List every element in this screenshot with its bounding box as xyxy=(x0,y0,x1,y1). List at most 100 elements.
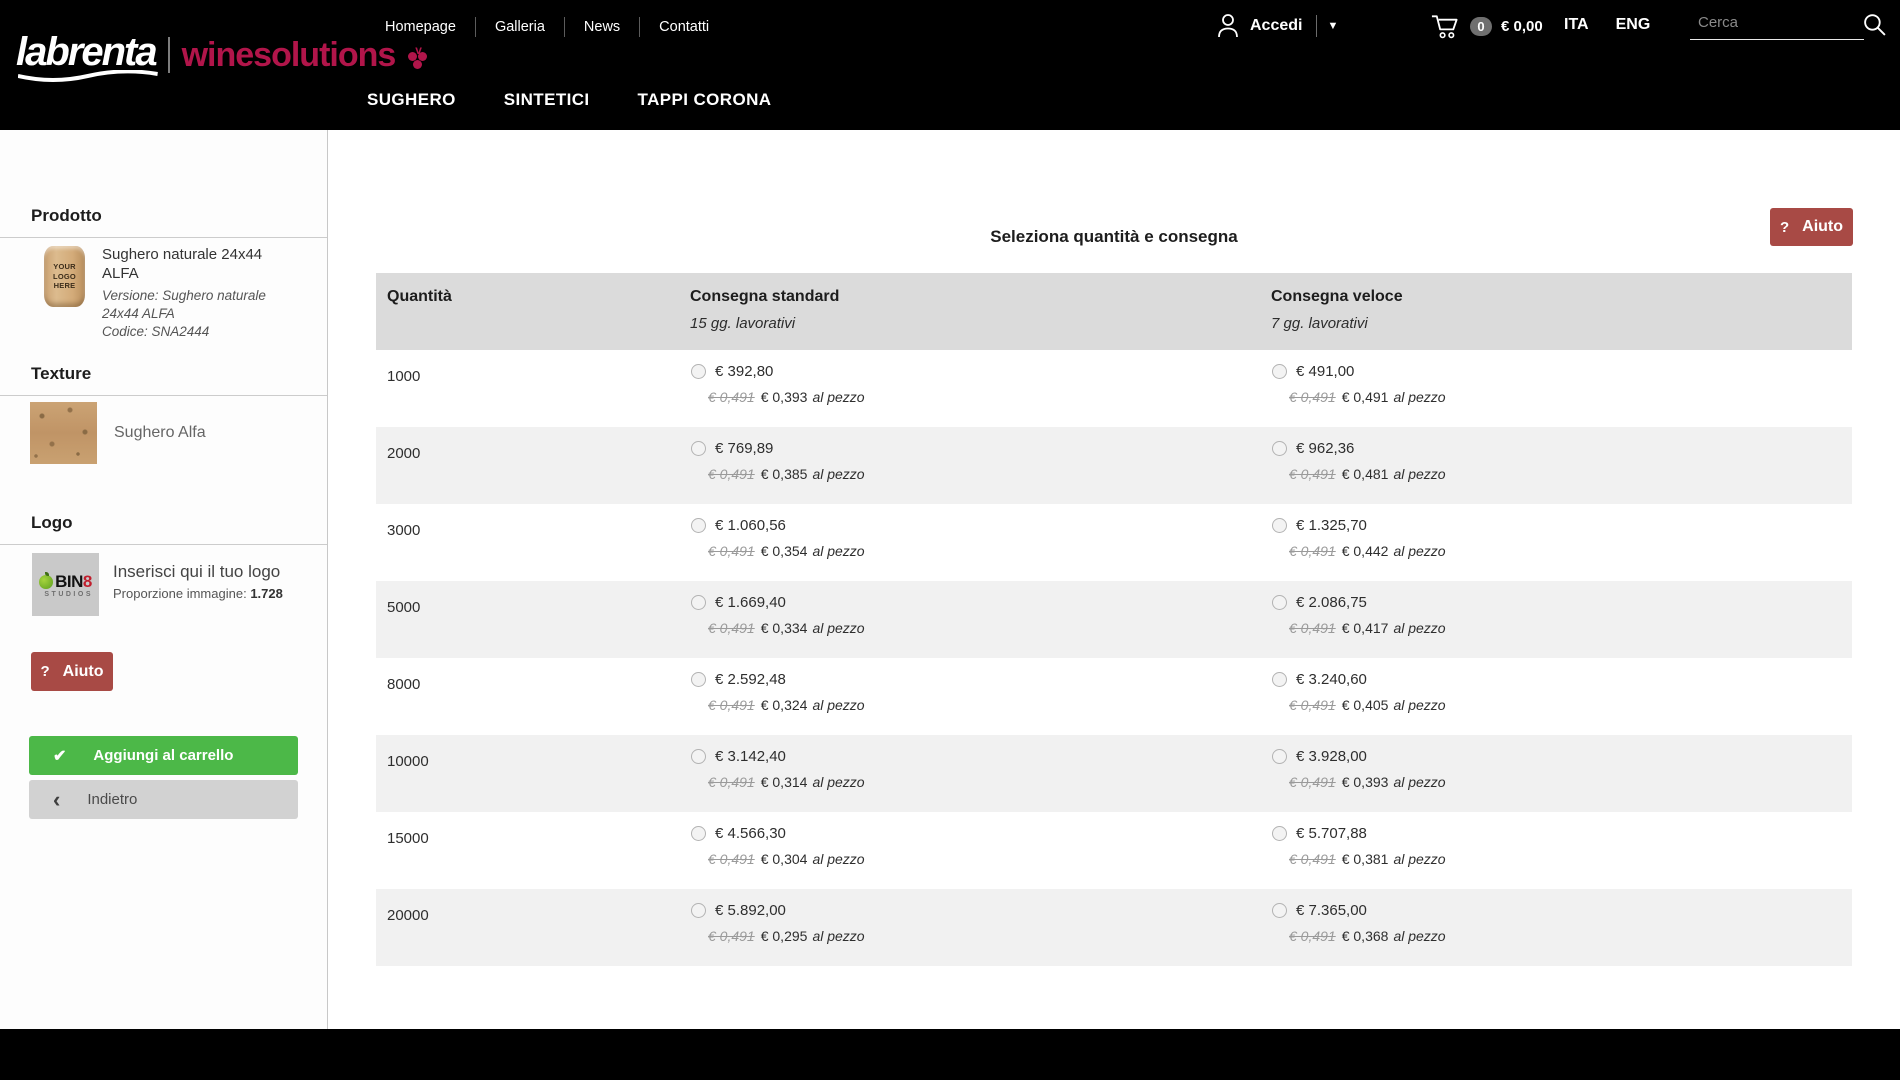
unit-price: € 0,442 xyxy=(1342,543,1389,559)
product-code: Codice: SNA2444 xyxy=(102,323,302,341)
per-piece-label: al pezzo xyxy=(812,543,864,559)
col-quantity-header: Quantità xyxy=(376,273,679,350)
unit-price: € 0,314 xyxy=(761,774,808,790)
old-unit-price: € 0,491 xyxy=(708,543,755,559)
old-unit-price: € 0,491 xyxy=(1289,697,1336,713)
unit-price-line: € 0,491€ 0,295al pezzo xyxy=(708,928,1260,944)
quantity-value: 15000 xyxy=(376,812,679,889)
total-price: € 1.060,56 xyxy=(715,517,786,534)
old-unit-price: € 0,491 xyxy=(1289,851,1336,867)
fast-price-radio[interactable] xyxy=(1272,518,1287,533)
fast-price-radio[interactable] xyxy=(1272,595,1287,610)
sidebar-help-button[interactable]: ? Aiuto xyxy=(31,652,113,691)
standard-price-cell: € 1.669,40€ 0,491€ 0,334al pezzo xyxy=(679,581,1260,658)
search-icon[interactable] xyxy=(1862,12,1887,37)
texture-swatch-image xyxy=(30,402,97,464)
fast-price-cell: € 2.086,75€ 0,491€ 0,417al pezzo xyxy=(1260,581,1852,658)
lang-ita[interactable]: ITA xyxy=(1564,16,1589,34)
table-help-button[interactable]: ? Aiuto xyxy=(1770,208,1853,246)
logo-winesolutions-text: winesolutions xyxy=(182,38,396,72)
add-to-cart-label: Aggiungi al carrello xyxy=(93,747,233,764)
fast-price-cell: € 5.707,88€ 0,491€ 0,381al pezzo xyxy=(1260,812,1852,889)
unit-price-line: € 0,491€ 0,481al pezzo xyxy=(1289,466,1852,482)
fast-price-cell: € 962,36€ 0,491€ 0,481al pezzo xyxy=(1260,427,1852,504)
total-price: € 1.325,70 xyxy=(1296,517,1367,534)
unit-price-line: € 0,491€ 0,442al pezzo xyxy=(1289,543,1852,559)
old-unit-price: € 0,491 xyxy=(1289,543,1336,559)
table-row: 8000€ 2.592,48€ 0,491€ 0,324al pezzo€ 3.… xyxy=(376,658,1852,735)
nav-contatti[interactable]: Contatti xyxy=(639,17,728,37)
old-unit-price: € 0,491 xyxy=(1289,774,1336,790)
standard-price-radio[interactable] xyxy=(691,364,706,379)
logo-info: Inserisci qui il tuo logo Proporzione im… xyxy=(113,553,283,616)
bin8-logo: BIN8 xyxy=(39,572,92,592)
nav-sintetici[interactable]: SINTETICI xyxy=(504,90,590,110)
total-price: € 3.928,00 xyxy=(1296,748,1367,765)
login-label: Accedi xyxy=(1250,17,1302,35)
footer-bar xyxy=(0,1029,1900,1080)
site-logo[interactable]: labrenta winesolutions v xyxy=(16,32,431,78)
standard-price-radio[interactable] xyxy=(691,903,706,918)
lang-eng[interactable]: ENG xyxy=(1616,16,1651,34)
old-unit-price: € 0,491 xyxy=(708,389,755,405)
search-input[interactable] xyxy=(1690,10,1864,40)
unit-price: € 0,393 xyxy=(761,389,808,405)
nav-news[interactable]: News xyxy=(564,17,639,37)
texture-heading: Texture xyxy=(0,364,327,396)
fast-price-radio[interactable] xyxy=(1272,364,1287,379)
standard-price-radio[interactable] xyxy=(691,518,706,533)
standard-price-cell: € 2.592,48€ 0,491€ 0,324al pezzo xyxy=(679,658,1260,735)
texture-summary: Sughero Alfa xyxy=(30,402,206,464)
cart-widget[interactable]: 0 € 0,00 xyxy=(1430,12,1543,40)
fast-price-radio[interactable] xyxy=(1272,672,1287,687)
nav-homepage[interactable]: Homepage xyxy=(366,17,475,37)
logo-labrenta: labrenta xyxy=(16,32,156,78)
old-unit-price: € 0,491 xyxy=(708,620,755,636)
unit-price: € 0,481 xyxy=(1342,466,1389,482)
total-price: € 3.142,40 xyxy=(715,748,786,765)
account-menu[interactable]: Accedi ▼ xyxy=(1216,12,1338,39)
fast-price-radio[interactable] xyxy=(1272,441,1287,456)
standard-price-radio[interactable] xyxy=(691,749,706,764)
sidebar: Prodotto YOURLOGOHERE Sughero naturale 2… xyxy=(0,130,328,1029)
fast-price-radio[interactable] xyxy=(1272,749,1287,764)
standard-price-radio[interactable] xyxy=(691,826,706,841)
per-piece-label: al pezzo xyxy=(1393,697,1445,713)
quantity-value: 2000 xyxy=(376,427,679,504)
old-unit-price: € 0,491 xyxy=(708,466,755,482)
product-cork-image: YOURLOGOHERE xyxy=(44,246,85,307)
quantity-value: 1000 xyxy=(376,350,679,427)
fast-price-radio[interactable] xyxy=(1272,826,1287,841)
unit-price: € 0,491 xyxy=(1342,389,1389,405)
add-to-cart-button[interactable]: ✔ Aggiungi al carrello xyxy=(29,736,298,775)
nav-sughero[interactable]: SUGHERO xyxy=(367,90,456,110)
total-price: € 7.365,00 xyxy=(1296,902,1367,919)
back-label: Indietro xyxy=(87,791,137,808)
unit-price: € 0,324 xyxy=(761,697,808,713)
question-mark-icon: ? xyxy=(40,663,49,680)
fast-price-radio[interactable] xyxy=(1272,903,1287,918)
nav-tappi-corona[interactable]: TAPPI CORONA xyxy=(638,90,772,110)
unit-price-line: € 0,491€ 0,385al pezzo xyxy=(708,466,1260,482)
fast-price-cell: € 3.928,00€ 0,491€ 0,393al pezzo xyxy=(1260,735,1852,812)
standard-price-cell: € 3.142,40€ 0,491€ 0,314al pezzo xyxy=(679,735,1260,812)
standard-price-radio[interactable] xyxy=(691,672,706,687)
unit-price-line: € 0,491€ 0,334al pezzo xyxy=(708,620,1260,636)
per-piece-label: al pezzo xyxy=(812,928,864,944)
unit-price-line: € 0,491€ 0,368al pezzo xyxy=(1289,928,1852,944)
quantity-value: 20000 xyxy=(376,889,679,966)
quantity-value: 5000 xyxy=(376,581,679,658)
table-row: 3000€ 1.060,56€ 0,491€ 0,354al pezzo€ 1.… xyxy=(376,504,1852,581)
per-piece-label: al pezzo xyxy=(812,620,864,636)
back-button[interactable]: ‹ Indietro xyxy=(29,780,298,819)
logo-heading: Logo xyxy=(0,513,327,545)
nav-galleria[interactable]: Galleria xyxy=(475,17,564,37)
standard-price-radio[interactable] xyxy=(691,441,706,456)
logo-ratio: Proporzione immagine: 1.728 xyxy=(113,586,283,601)
standard-price-cell: € 4.566,30€ 0,491€ 0,304al pezzo xyxy=(679,812,1260,889)
unit-price: € 0,354 xyxy=(761,543,808,559)
quantity-value: 8000 xyxy=(376,658,679,735)
prodotto-heading: Prodotto xyxy=(0,206,327,238)
per-piece-label: al pezzo xyxy=(1393,620,1445,636)
standard-price-radio[interactable] xyxy=(691,595,706,610)
